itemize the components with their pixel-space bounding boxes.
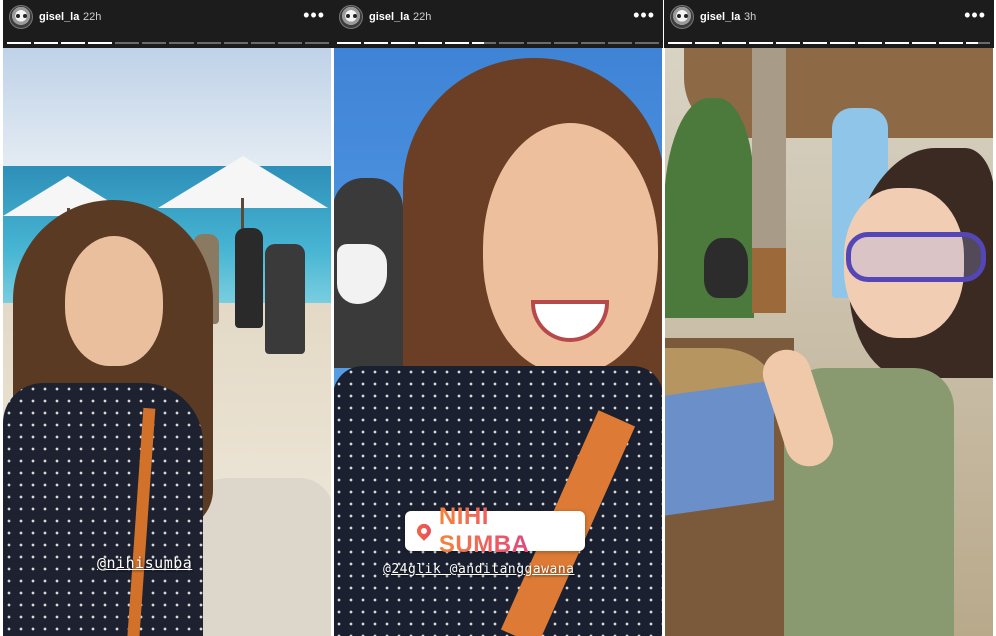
more-icon[interactable]: ••• [303, 5, 325, 26]
divider [662, 48, 665, 636]
divider [0, 48, 3, 636]
more-icon[interactable]: ••• [964, 5, 986, 26]
avatar[interactable] [9, 5, 33, 29]
location-pin-icon [414, 521, 434, 541]
story-progress-bar [7, 42, 329, 44]
timestamp: 22h [413, 11, 432, 23]
stories-viewer: gisel_la 22h ••• @nihisumba gisel_la 22h… [0, 0, 996, 636]
avatar[interactable] [339, 5, 363, 29]
story-panel-2[interactable]: gisel_la 22h ••• NIHI SUMBA @24glik @and… [333, 0, 663, 636]
timestamp: 22h [83, 11, 102, 23]
story-header: gisel_la 22h ••• [3, 0, 333, 48]
story-progress-bar [668, 42, 990, 44]
mention-tag[interactable]: @nihisumba [97, 554, 192, 572]
timestamp: 3h [744, 11, 757, 23]
avatar[interactable] [670, 5, 694, 29]
divider [331, 48, 334, 636]
more-icon[interactable]: ••• [633, 5, 655, 26]
story-panel-3[interactable]: gisel_la 3h ••• [664, 0, 994, 636]
story-progress-bar [337, 42, 659, 44]
location-label: NIHI SUMBA [439, 503, 585, 559]
story-photo[interactable] [664, 48, 994, 636]
story-panel-1[interactable]: gisel_la 22h ••• @nihisumba [3, 0, 333, 636]
location-sticker[interactable]: NIHI SUMBA [405, 503, 585, 558]
username[interactable]: gisel_la [39, 11, 79, 23]
username[interactable]: gisel_la [369, 11, 409, 23]
story-header: gisel_la 3h ••• [664, 0, 994, 48]
story-photo[interactable] [3, 48, 333, 636]
story-header: gisel_la 22h ••• [333, 0, 663, 48]
username[interactable]: gisel_la [700, 11, 740, 23]
mention-tag[interactable]: @24glik @anditanggawana [383, 562, 575, 577]
